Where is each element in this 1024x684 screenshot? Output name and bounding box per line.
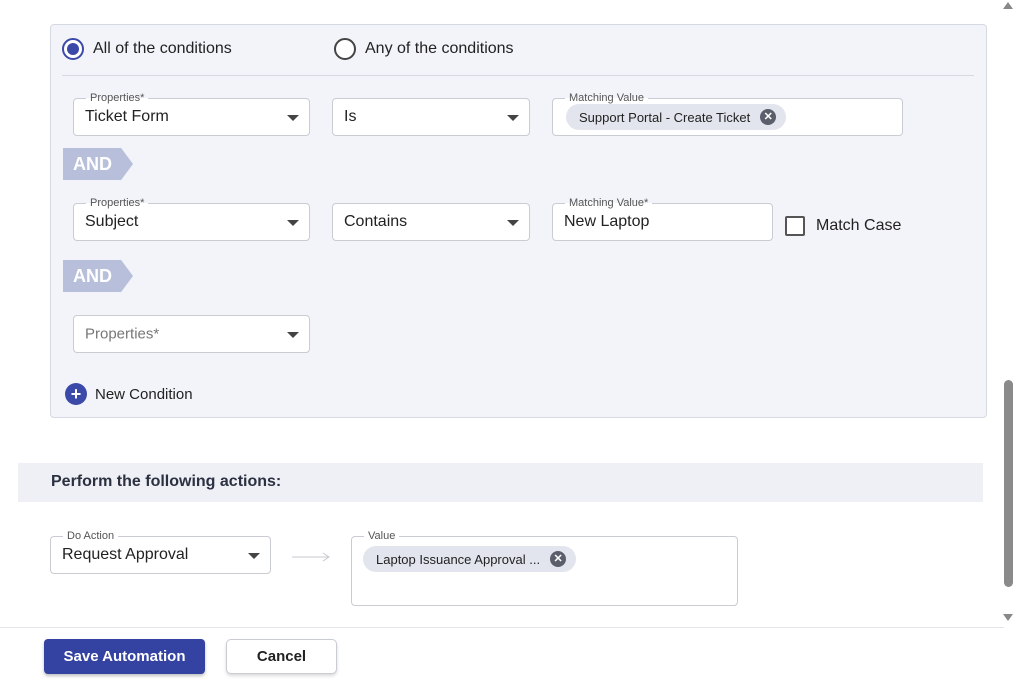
match-case-checkbox[interactable]	[785, 216, 805, 236]
condition-3-property-select[interactable]: Properties*	[73, 315, 310, 353]
condition-1-operator-select[interactable]: Is	[332, 98, 530, 136]
chevron-down-icon	[248, 553, 260, 559]
do-action-value: Request Approval	[62, 546, 189, 563]
chevron-down-icon	[507, 115, 519, 121]
condition-1-property-label: Properties*	[86, 91, 149, 105]
radio-unselected-icon[interactable]	[334, 38, 356, 60]
new-condition-button[interactable]: + New Condition	[65, 383, 193, 405]
do-action-select[interactable]: Do Action Request Approval	[50, 529, 271, 574]
cancel-button[interactable]: Cancel	[226, 639, 337, 674]
condition-3-property-placeholder: Properties*	[85, 325, 160, 343]
plus-icon: +	[65, 383, 87, 405]
radio-any-conditions[interactable]: Any of the conditions	[334, 38, 514, 60]
condition-1-operator-value: Is	[344, 108, 357, 125]
scroll-up-icon[interactable]	[1003, 2, 1013, 9]
condition-2-operator-value: Contains	[344, 213, 408, 230]
radio-all-conditions[interactable]: All of the conditions	[62, 38, 232, 60]
action-value-label: Value	[364, 529, 400, 543]
radio-selected-icon[interactable]	[62, 38, 84, 60]
and-connector: AND	[63, 148, 133, 180]
radio-all-label: All of the conditions	[93, 40, 232, 57]
and-connector: AND	[63, 260, 133, 292]
do-action-label: Do Action	[63, 529, 119, 543]
value-chip-label: Support Portal - Create Ticket	[579, 109, 751, 125]
action-value-chip-label: Laptop Issuance Approval ...	[376, 551, 541, 567]
scrollbar-thumb[interactable]	[1004, 380, 1013, 587]
divider	[62, 75, 974, 76]
chevron-down-icon	[287, 220, 299, 226]
scroll-down-icon[interactable]	[1003, 614, 1013, 621]
chip-remove-icon[interactable]: ✕	[550, 551, 567, 567]
chevron-down-icon	[287, 115, 299, 121]
condition-2-property-label: Properties*	[86, 196, 149, 210]
match-case-label: Match Case	[816, 217, 902, 234]
chevron-down-icon	[507, 220, 519, 226]
condition-2-property-select[interactable]: Properties* Subject	[73, 196, 310, 241]
condition-2-value-label: Matching Value*	[565, 196, 653, 210]
condition-1-value-field[interactable]: Matching Value Support Portal - Create T…	[552, 91, 903, 136]
value-chip: Support Portal - Create Ticket ✕	[566, 104, 787, 130]
condition-2-operator-select[interactable]: Contains	[332, 203, 530, 241]
match-case-toggle[interactable]: Match Case	[785, 216, 901, 236]
condition-1-value-label: Matching Value	[565, 91, 649, 105]
chevron-down-icon	[287, 332, 299, 338]
action-value-field[interactable]: Value Laptop Issuance Approval ... ✕	[351, 529, 738, 606]
radio-any-label: Any of the conditions	[365, 40, 514, 57]
action-value-chip: Laptop Issuance Approval ... ✕	[363, 546, 577, 572]
footer-divider	[0, 627, 1004, 628]
new-condition-label: New Condition	[95, 385, 193, 403]
actions-section-title: Perform the following actions:	[51, 473, 282, 490]
condition-2-value-text: New Laptop	[564, 213, 650, 230]
condition-1-property-select[interactable]: Properties* Ticket Form	[73, 91, 310, 136]
save-automation-button[interactable]: Save Automation	[44, 639, 205, 674]
arrow-right-icon	[292, 552, 330, 562]
condition-1-property-value: Ticket Form	[85, 108, 169, 125]
chip-remove-icon[interactable]: ✕	[760, 109, 777, 125]
condition-2-value-input[interactable]: Matching Value* New Laptop	[552, 196, 773, 241]
condition-2-property-value: Subject	[85, 213, 139, 230]
